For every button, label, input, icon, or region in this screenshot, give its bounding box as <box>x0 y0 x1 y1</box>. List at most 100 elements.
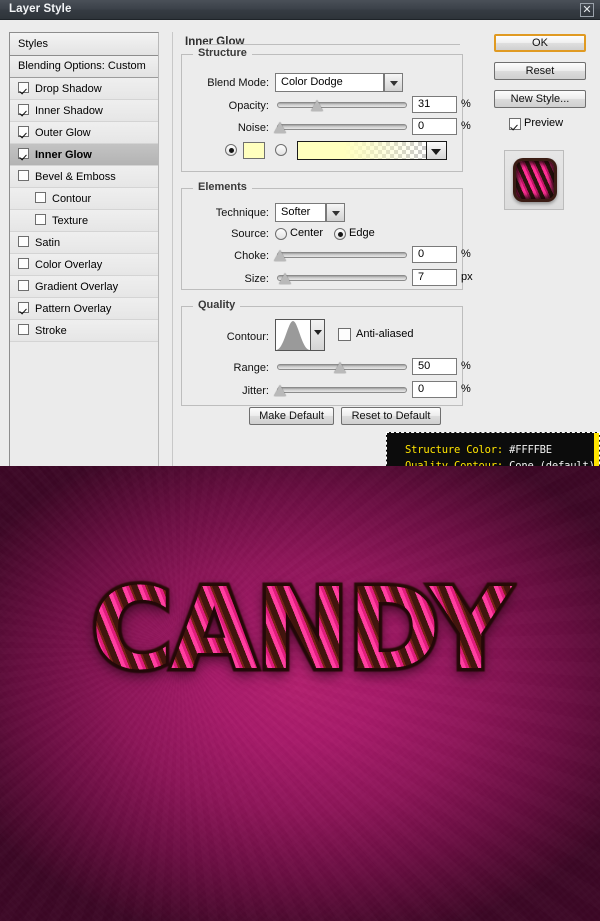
preview-checkbox[interactable] <box>509 118 521 130</box>
gradient-preview[interactable] <box>297 141 427 160</box>
style-checkbox[interactable] <box>35 214 46 225</box>
tooltip-line-2-key: Quality Contour: <box>405 460 503 466</box>
candy-stripes <box>516 161 554 199</box>
tooltip-line-1: Structure Color: #FFFFBE <box>405 444 552 456</box>
style-preview-thumbnail <box>504 150 564 210</box>
size-slider-thumb[interactable] <box>279 273 291 284</box>
source-edge-label[interactable]: Edge <box>349 227 375 239</box>
reset-to-default-button[interactable]: Reset to Default <box>341 407 441 425</box>
style-row-inner-shadow[interactable]: Inner Shadow <box>10 100 158 122</box>
style-checkbox[interactable] <box>18 280 29 291</box>
range-slider-thumb[interactable] <box>334 362 346 373</box>
style-checkbox[interactable] <box>18 302 29 313</box>
annotation-tooltip: Structure Color: #FFFFBE Quality Contour… <box>386 432 600 466</box>
size-slider[interactable] <box>277 271 407 285</box>
anti-aliased-checkbox[interactable] <box>338 328 351 341</box>
anti-aliased-label[interactable]: Anti-aliased <box>356 328 413 340</box>
panel-title-rule <box>201 44 460 45</box>
opacity-label: Opacity: <box>228 100 269 112</box>
size-input[interactable]: 7 <box>412 269 457 286</box>
fill-gradient-radio[interactable] <box>275 144 287 156</box>
style-row-pattern-overlay[interactable]: Pattern Overlay <box>10 298 158 320</box>
style-row-label: Stroke <box>35 325 67 337</box>
style-row-satin[interactable]: Satin <box>10 232 158 254</box>
tooltip-accent-strip <box>594 433 599 466</box>
choke-slider-thumb[interactable] <box>274 250 286 261</box>
style-row-label: Bevel & Emboss <box>35 171 116 183</box>
noise-slider[interactable] <box>274 120 407 134</box>
chevron-down-icon[interactable] <box>384 73 403 92</box>
gradient-chevron-down-icon[interactable] <box>427 141 447 160</box>
style-row-bevel-emboss[interactable]: Bevel & Emboss <box>10 166 158 188</box>
style-checkbox[interactable] <box>18 104 29 115</box>
noise-unit: % <box>461 120 471 132</box>
ok-button[interactable]: OK <box>494 34 586 52</box>
style-checkbox[interactable] <box>18 170 29 181</box>
make-default-button[interactable]: Make Default <box>249 407 334 425</box>
jitter-input[interactable]: 0 <box>412 381 457 398</box>
style-checkbox[interactable] <box>18 258 29 269</box>
range-slider[interactable] <box>277 360 407 374</box>
style-checkbox[interactable] <box>18 324 29 335</box>
style-row-drop-shadow[interactable]: Drop Shadow <box>10 78 158 100</box>
opacity-slider-thumb[interactable] <box>311 100 323 111</box>
style-checkbox[interactable] <box>18 82 29 93</box>
noise-slider-thumb[interactable] <box>274 122 286 133</box>
technique-select[interactable]: Softer <box>275 203 345 222</box>
jitter-slider-thumb[interactable] <box>274 385 286 396</box>
technique-chevron-down-icon[interactable] <box>326 203 345 222</box>
jitter-label: Jitter: <box>242 385 269 397</box>
range-input[interactable]: 50 <box>412 358 457 375</box>
style-checkbox[interactable] <box>18 236 29 247</box>
contour-chevron-down-icon[interactable] <box>311 319 325 351</box>
jitter-unit: % <box>461 383 471 395</box>
choke-unit: % <box>461 248 471 260</box>
range-label: Range: <box>233 362 269 374</box>
style-row-texture[interactable]: Texture <box>10 210 158 232</box>
style-row-label: Pattern Overlay <box>35 303 112 315</box>
size-slider-track <box>277 275 407 281</box>
style-row-gradient-overlay[interactable]: Gradient Overlay <box>10 276 158 298</box>
noise-input[interactable]: 0 <box>412 118 457 135</box>
style-checkbox[interactable] <box>35 192 46 203</box>
styles-list-panel: Styles Blending Options: Custom Drop Sha… <box>9 32 159 466</box>
opacity-slider[interactable] <box>277 98 407 112</box>
source-center-radio[interactable] <box>275 228 287 240</box>
style-row-color-overlay[interactable]: Color Overlay <box>10 254 158 276</box>
jitter-slider[interactable] <box>274 383 407 397</box>
contour-preview[interactable] <box>275 319 311 351</box>
style-row-label: Outer Glow <box>35 127 91 139</box>
style-row-label: Drop Shadow <box>35 83 102 95</box>
style-checkbox[interactable] <box>18 126 29 137</box>
tooltip-line-2-value: Cone (default) <box>509 460 595 466</box>
style-row-inner-glow[interactable]: Inner Glow <box>10 144 158 166</box>
style-row-outer-glow[interactable]: Outer Glow <box>10 122 158 144</box>
style-row-contour[interactable]: Contour <box>10 188 158 210</box>
opacity-input[interactable]: 31 <box>412 96 457 113</box>
tooltip-line-2: Quality Contour: Cone (default) <box>405 460 595 466</box>
preview-label[interactable]: Preview <box>524 117 563 129</box>
close-icon[interactable]: ✕ <box>580 3 594 17</box>
style-row-label: Inner Shadow <box>35 105 103 117</box>
tooltip-line-1-key: Structure Color: <box>405 444 503 456</box>
source-label: Source: <box>231 228 269 240</box>
glow-color-swatch[interactable] <box>243 142 265 159</box>
choke-input[interactable]: 0 <box>412 246 457 263</box>
size-unit: px <box>461 271 473 283</box>
new-style-button[interactable]: New Style... <box>494 90 586 108</box>
reset-button[interactable]: Reset <box>494 62 586 80</box>
style-row-label: Color Overlay <box>35 259 103 271</box>
technique-value: Softer <box>275 203 326 222</box>
range-unit: % <box>461 360 471 372</box>
style-checkbox[interactable] <box>18 148 29 159</box>
blend-mode-value: Color Dodge <box>275 73 384 92</box>
blend-mode-select[interactable]: Color Dodge <box>275 73 403 92</box>
source-center-label[interactable]: Center <box>290 227 323 239</box>
choke-slider[interactable] <box>274 248 407 262</box>
gradient-swatch <box>298 142 426 159</box>
style-row-stroke[interactable]: Stroke <box>10 320 158 342</box>
blending-options-row[interactable]: Blending Options: Custom <box>10 56 158 78</box>
fill-color-radio[interactable] <box>225 144 237 156</box>
source-edge-radio[interactable] <box>334 228 346 240</box>
opacity-unit: % <box>461 98 471 110</box>
